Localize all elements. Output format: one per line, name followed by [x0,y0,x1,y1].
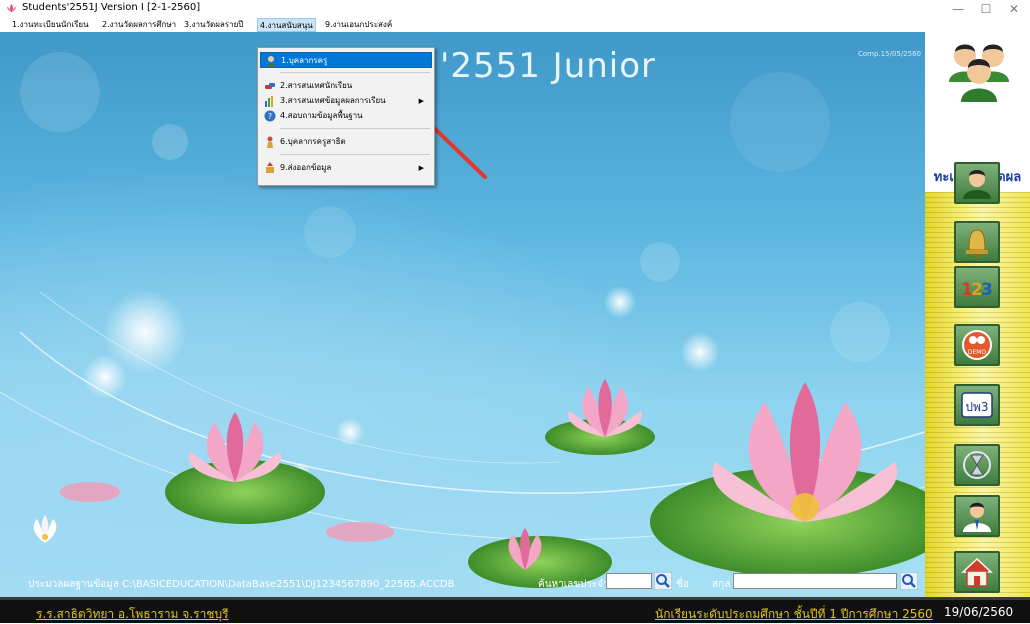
compile-date: Comp.15/05/2560 [858,50,922,58]
demo-button[interactable]: DEMO [954,324,1000,366]
student-id-search-input[interactable] [606,573,652,589]
name-label: ชื่อ [676,579,689,590]
menu-item-label: 9.ส่งออกข้อมูล [280,163,332,172]
support-dropdown-menu: 1.บุคลากรครู 2.สารสนเทศนักเรียน 3.สารสนเ… [257,47,435,186]
menu-separator [280,128,430,129]
menu-item-label: 6.บุคลากรครูสาธิต [280,137,346,146]
school-name: ร.ร.สาธิตวิทยา อ.โพธาราม จ.ราชบุรี [36,607,229,621]
submenu-arrow-icon: ▶ [418,164,424,172]
menu-registration[interactable]: 1.งานทะเบียนนักเรียน [10,18,91,32]
menu-item-demo-teachers[interactable]: 6.บุคลากรครูสาธิต [260,134,432,150]
info-icon: ? [264,110,276,122]
main-background: '2551 Junior Comp.15/05/2560 ประมวลผลฐาน… [0,32,925,597]
person-icon [267,136,273,148]
menu-item-label: 3.สารสนเทศข้อมูลผลการเรียน [280,96,386,105]
bell-button[interactable] [954,221,1000,263]
lotus-background-art [0,52,925,588]
svg-text:?: ? [268,112,272,121]
search-icon[interactable] [900,572,918,590]
numbers-button[interactable]: 1 2 3 [954,266,1000,308]
submenu-arrow-icon: ▶ [418,97,424,105]
hourglass-icon [963,451,991,479]
svg-text:ปพ3: ปพ3 [965,400,988,414]
right-panel: ทะเบียน&วัดผล 1 2 3 DEMO ปพ3 [925,32,1030,597]
student-level: นักเรียนระดับประถมศึกษา ชั้นปีที่ 1 ปีกา… [655,607,933,621]
menu-evaluation[interactable]: 2.งานวัดผลการศึกษา [100,18,178,32]
students-group-icon [949,44,1009,102]
close-button[interactable]: ✕ [994,0,1030,18]
pw3-button[interactable]: ปพ3 [954,384,1000,426]
demo-icon: DEMO [962,330,992,360]
teacher-icon [963,502,991,532]
menu-yearly-evaluation[interactable]: 3.งานวัดผลรายปี [182,18,245,32]
name-search-input[interactable] [733,573,897,589]
home-icon [961,557,993,587]
student-icon [963,170,991,199]
student-button[interactable] [954,162,1000,204]
menu-item-export[interactable]: 9.ส่งออกข้อมูล ▶ [260,160,432,176]
status-bar: ร.ร.สาธิตวิทยา อ.โพธาราม จ.ราชบุรี นักเร… [0,597,1030,623]
search-icon[interactable] [654,572,672,590]
bell-icon [966,229,988,258]
surname-label: สกุล [712,579,731,590]
minimize-icon: — [952,2,964,16]
menu-item-label: 1.บุคลากรครู [281,56,328,65]
menu-item-label: 4.สอบถามข้อมูลพื้นฐาน [280,111,363,120]
menu-general[interactable]: 9.งานเอนกประสงค์ [323,18,394,32]
home-button[interactable] [954,551,1000,593]
numbers-123-icon: 1 2 3 [961,280,993,300]
menu-item-teachers[interactable]: 1.บุคลากรครู [260,52,432,68]
close-icon: ✕ [1008,2,1020,16]
app-banner-title: '2551 Junior [440,46,657,86]
teacher-icon [266,56,276,67]
lotus-icon [6,3,17,13]
svg-text:DEMO: DEMO [968,349,987,356]
title-bar: Students'2551J Version I [2-1-2560] — ☐ … [0,0,1030,18]
export-icon [266,162,274,173]
pw3-icon: ปพ3 [961,392,993,418]
teacher-button[interactable] [954,495,1000,537]
menu-item-student-info[interactable]: 2.สารสนเทศนักเรียน [260,78,432,94]
menu-separator [280,154,430,155]
window-title: Students'2551J Version I [2-1-2560] [22,2,201,13]
hourglass-button[interactable] [954,444,1000,486]
current-date: 19/06/2560 [944,605,1014,619]
database-path: ประมวลผลฐานข้อมูล C:\BASICEDUCATION\Data… [28,579,455,590]
cars-icon [265,83,275,89]
menu-item-grade-info[interactable]: 3.สารสนเทศข้อมูลผลการเรียน ▶ [260,93,432,109]
menu-bar: 1.งานทะเบียนนักเรียน 2.งานวัดผลการศึกษา … [0,18,1030,33]
bar-chart-icon [265,96,273,107]
menu-item-basic-query[interactable]: ? 4.สอบถามข้อมูลพื้นฐาน [260,108,432,124]
svg-text:3: 3 [981,280,993,300]
menu-support[interactable]: 4.งานสนับสนุน [257,18,316,32]
menu-separator [280,72,430,73]
maximize-icon: ☐ [980,2,992,16]
menu-item-label: 2.สารสนเทศนักเรียน [280,81,353,90]
